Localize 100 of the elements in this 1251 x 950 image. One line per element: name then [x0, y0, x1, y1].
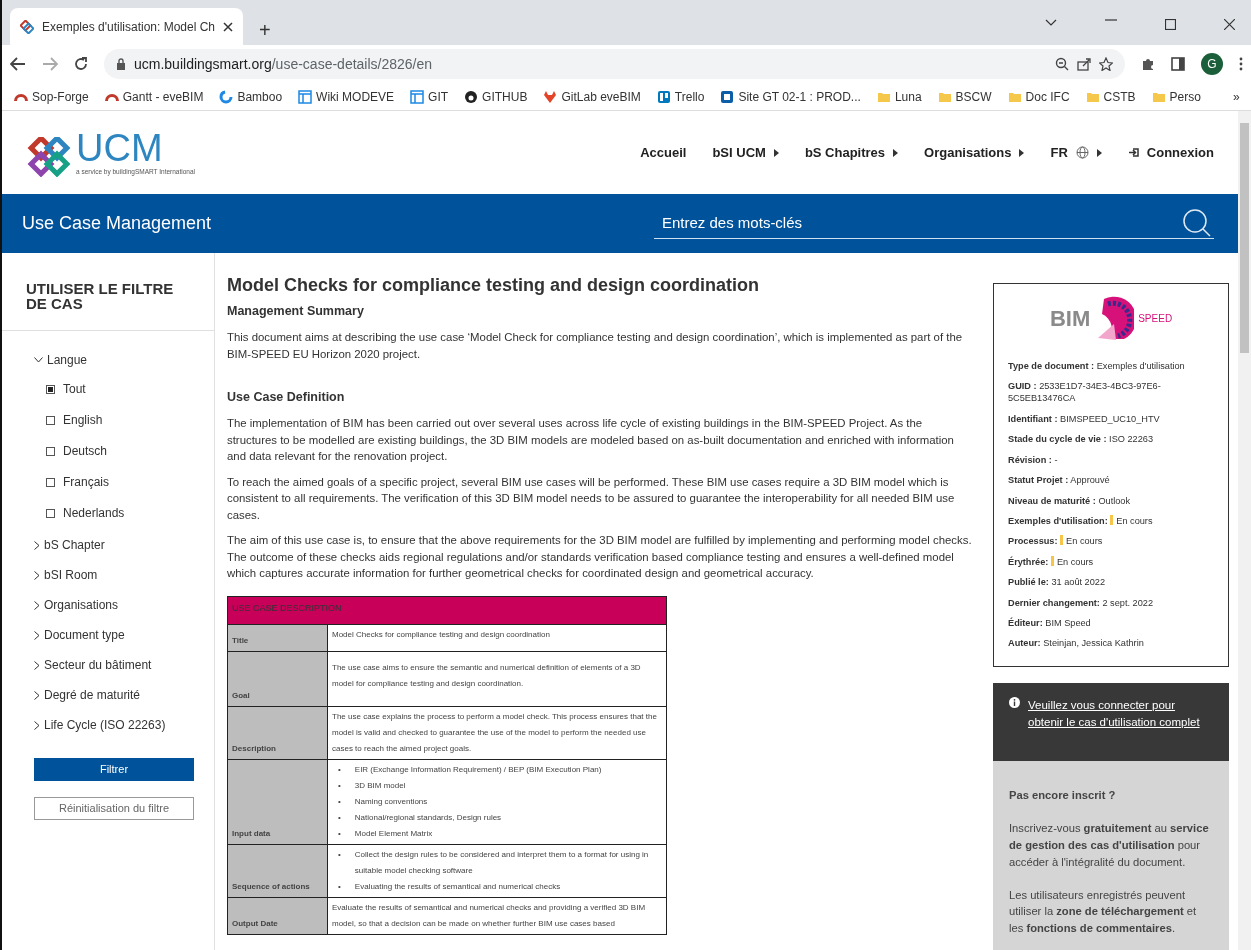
list-item: Collect the design rules to be considered and interpret them to a format for using in suitable model checking software: [354, 849, 650, 877]
search-icon[interactable]: [1182, 208, 1212, 239]
filter-group[interactable]: Organisations: [34, 590, 214, 621]
checkbox[interactable]: [46, 477, 55, 487]
logo-text: UCM: [76, 128, 164, 167]
site-favicon-icon: [20, 19, 34, 34]
profile-avatar[interactable]: G: [1201, 53, 1223, 75]
table-cell: Model Checks for compliance testing and design coordination: [327, 624, 667, 652]
checkbox-label[interactable]: English: [63, 411, 103, 430]
table-cell: Title: [227, 624, 328, 652]
bullet-icon: •: [338, 810, 341, 826]
document-icon: [720, 89, 735, 104]
arc-icon: [14, 92, 28, 101]
zoom-icon[interactable]: [1055, 57, 1069, 71]
board-icon: [656, 89, 671, 104]
paragraph: To reach the aimed goals of a specific project, several BIM use cases will be performed. These BIM use cases require a 3D BIM model which is consistent to all requirements. The verification of this 3D BIM model needs to be assured to guarantee the interoperability for all needed BIM use cases.: [227, 474, 956, 523]
bookmark[interactable]: GitLab eveBIM: [543, 87, 641, 106]
star-icon[interactable]: [1099, 57, 1113, 71]
metadata-value: En cours: [1066, 536, 1103, 547]
checkbox-label[interactable]: Nederlands: [63, 504, 125, 523]
bookmark[interactable]: Wiki MODEVE: [298, 87, 395, 106]
metadata-label: Érythrée:: [1008, 556, 1049, 567]
bookmark[interactable]: BSCW: [937, 87, 992, 106]
scrollbar[interactable]: [1238, 111, 1251, 950]
close-icon[interactable]: [223, 21, 234, 32]
filter-button[interactable]: Filtrer: [34, 758, 194, 782]
side-panel-icon[interactable]: [1171, 57, 1185, 71]
reset-filter-button[interactable]: Réinitialisation du filtre: [34, 797, 194, 821]
table-cell: Sequence of actions: [227, 844, 328, 898]
nav-link[interactable]: Organisations: [924, 142, 1025, 163]
logo-text: BIM: [1049, 305, 1091, 334]
lock-icon: [116, 58, 126, 70]
new-tab-button[interactable]: +: [251, 15, 279, 45]
metadata-field: GUID : 2533E1D7-34E3-4BC3-97E6-5C5EB13476CA: [1008, 379, 1214, 405]
section-heading: Management Summary: [227, 304, 365, 320]
checkbox[interactable]: [46, 384, 55, 394]
metadata-field: Type de document : Exemples d'utilisation: [1008, 359, 1214, 372]
site-title: Use Case Management: [22, 211, 212, 235]
table-cell: Description: [227, 706, 328, 760]
nav-link[interactable]: bS Chapitres: [804, 142, 899, 163]
close-icon[interactable]: [1224, 19, 1235, 30]
table-cell: The use case aims to ensure the semantic and numerical definition of elements of a 3D model for compliance testing and design coordination.: [327, 651, 667, 707]
filter-group[interactable]: Life Cycle (ISO 22263): [34, 710, 214, 741]
list-item: Model Element Matrix: [354, 828, 433, 840]
bookmark[interactable]: GITHUB: [464, 87, 528, 106]
checkbox[interactable]: [46, 508, 55, 518]
bookmark[interactable]: Gantt - eveBIM: [104, 87, 204, 106]
reload-icon[interactable]: [74, 57, 88, 71]
checkbox-label[interactable]: Tout: [63, 380, 86, 399]
maximize-icon[interactable]: [1165, 19, 1176, 30]
browser-tab[interactable]: Exemples d'utilisation: Model Ch: [10, 8, 244, 45]
back-arrow-icon[interactable]: [10, 57, 26, 71]
puzzle-icon[interactable]: [1141, 57, 1155, 71]
info-icon: [1009, 696, 1020, 708]
filter-group[interactable]: Langue: [34, 345, 214, 376]
metadata-field: Stade du cycle de vie : ISO 22263: [1008, 433, 1214, 446]
checkbox-label[interactable]: Deutsch: [63, 442, 108, 461]
bookmark[interactable]: Site GT 02-1 : PROD...: [720, 87, 861, 106]
filter-group[interactable]: bSI Room: [34, 560, 214, 591]
metadata-field: Identifiant : BIMSPEED_UC10_HTV: [1008, 412, 1214, 426]
chevron-down-icon[interactable]: [1045, 19, 1057, 27]
metadata-field: Éditeur: BIM Speed: [1008, 617, 1214, 630]
filter-group[interactable]: Secteur du bâtiment: [34, 650, 214, 681]
search-field[interactable]: Entrez des mots-clés: [654, 207, 1214, 240]
checkbox-label[interactable]: Français: [63, 473, 109, 492]
table-cell: Output Date: [227, 897, 328, 935]
register-heading: Pas encore inscrit ?: [1009, 788, 1117, 804]
filter-group[interactable]: Document type: [34, 620, 214, 651]
nav-link[interactable]: bSI UCM: [712, 142, 779, 163]
list-item: EIR (Exchange Information Requirement) / BEP (BIM Execution Plan): [354, 764, 602, 776]
paragraph: Inscrivez-vous gratuitement au service de gestion des cas d'utilisation pour accéder à l'intégralité du document.: [1009, 821, 1210, 870]
nav-link[interactable]: FR: [1050, 142, 1102, 163]
nav-link[interactable]: Connexion: [1127, 142, 1214, 163]
bullet-icon: •: [338, 778, 341, 794]
bookmark[interactable]: Luna: [876, 87, 922, 106]
metadata-value: En cours: [1116, 515, 1153, 526]
scrollbar-thumb[interactable]: [1240, 123, 1249, 353]
nav-link[interactable]: Accueil: [640, 142, 687, 163]
login-link[interactable]: Veuillez vous connecter pour obtenir le cas d'utilisation complet: [1028, 696, 1213, 732]
filter-group[interactable]: bS Chapter: [34, 530, 214, 561]
list-item: Naming conventions: [354, 796, 428, 808]
bookmark[interactable]: Sop-Forge: [14, 87, 89, 106]
bookmark[interactable]: GIT: [410, 87, 449, 106]
filter-group[interactable]: Degré de maturité: [34, 680, 214, 711]
checkbox[interactable]: [46, 415, 55, 425]
list-item: Evaluating the results of semantical and numerical checks: [354, 881, 561, 893]
bookmark[interactable]: Trello: [656, 87, 705, 106]
checkbox[interactable]: [46, 446, 55, 456]
more-menu-icon[interactable]: [1239, 57, 1243, 71]
share-icon[interactable]: [1077, 57, 1091, 71]
bookmark[interactable]: Perso: [1151, 87, 1201, 106]
page-title: Model Checks for compliance testing and design coordination: [227, 274, 761, 297]
bookmark[interactable]: Doc IFC: [1007, 87, 1070, 106]
address-bar[interactable]: ucm.buildingsmart.org/use-case-details/2826/en: [104, 49, 1125, 79]
bookmark[interactable]: Bamboo: [219, 87, 283, 106]
more-bookmarks-button[interactable]: »: [1232, 87, 1240, 106]
bullet-icon: •: [338, 879, 341, 895]
section-heading: Use Case Definition: [227, 390, 346, 406]
bookmark[interactable]: CSTB: [1085, 87, 1136, 106]
list-item: National/regional standards, Design rules: [354, 812, 502, 824]
